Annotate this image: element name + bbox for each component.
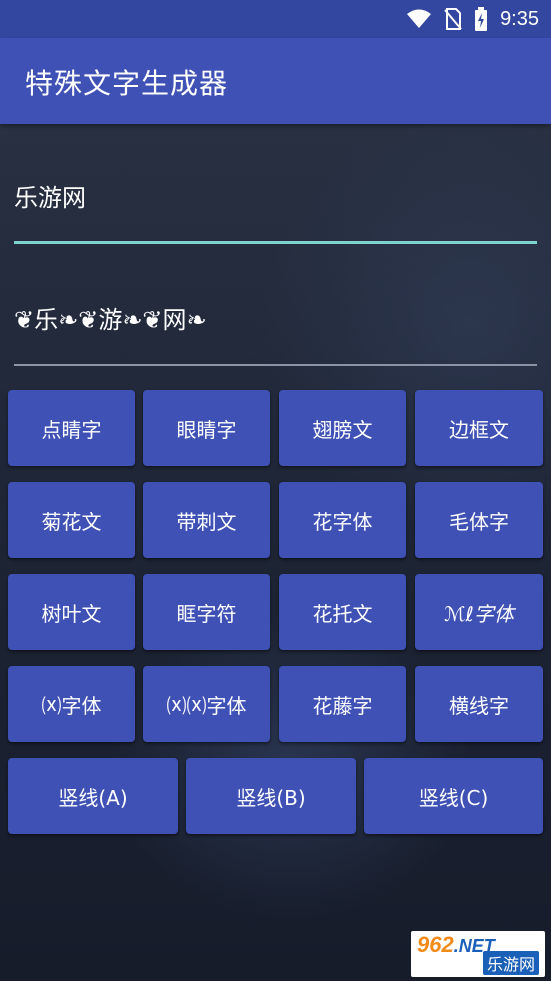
style-button-kuangzifu[interactable]: 眶字符: [143, 574, 270, 650]
battery-charging-icon: [475, 7, 488, 31]
style-button-juhua[interactable]: 菊花文: [8, 482, 135, 558]
watermark-site: 乐游网: [482, 951, 539, 975]
status-time: 9:35: [500, 7, 539, 30]
style-button-enclosed-ziti[interactable]: ⒳字体: [8, 666, 135, 742]
style-button-biankuang[interactable]: 边框文: [415, 390, 543, 466]
app-title: 特殊文字生成器: [25, 67, 229, 100]
watermark-logo: 962.NET 乐游网: [411, 931, 545, 977]
style-button-daici[interactable]: 带刺文: [143, 482, 270, 558]
app-bar: 特殊文字生成器: [0, 38, 551, 124]
style-button-huatuo[interactable]: 花托文: [279, 574, 406, 650]
result-output-value: ❦乐❧❦游❧❦网❧: [14, 306, 207, 334]
style-button-chibang[interactable]: 翅膀文: [279, 390, 406, 466]
style-button-yanjing[interactable]: 眼睛字: [143, 390, 270, 466]
status-bar: 9:35: [0, 0, 551, 38]
style-button-shuxian-b[interactable]: 竖线(B): [186, 758, 356, 834]
text-input-value: 乐游网: [14, 184, 86, 212]
style-button-shuye[interactable]: 树叶文: [8, 574, 135, 650]
watermark-brand: 962: [417, 932, 454, 957]
style-button-shuxian-c[interactable]: 竖线(C): [364, 758, 543, 834]
style-button-double-enclosed-ziti[interactable]: ⒳⒳字体: [143, 666, 270, 742]
style-button-ml-ziti[interactable]: ℳℓ字体: [415, 574, 543, 650]
style-button-shuxian-a[interactable]: 竖线(A): [8, 758, 178, 834]
wifi-icon: [407, 9, 432, 28]
style-button-huateng[interactable]: 花藤字: [279, 666, 406, 742]
style-button-huaziti[interactable]: 花字体: [279, 482, 406, 558]
style-button-hengxian[interactable]: 横线字: [415, 666, 543, 742]
style-button-dianjing[interactable]: 点睛字: [8, 390, 135, 466]
text-input-field[interactable]: 乐游网: [14, 178, 537, 244]
no-sim-icon: [444, 8, 462, 30]
style-button-maotizi[interactable]: 毛体字: [415, 482, 543, 558]
result-output-field[interactable]: ❦乐❧❦游❧❦网❧: [14, 300, 537, 366]
